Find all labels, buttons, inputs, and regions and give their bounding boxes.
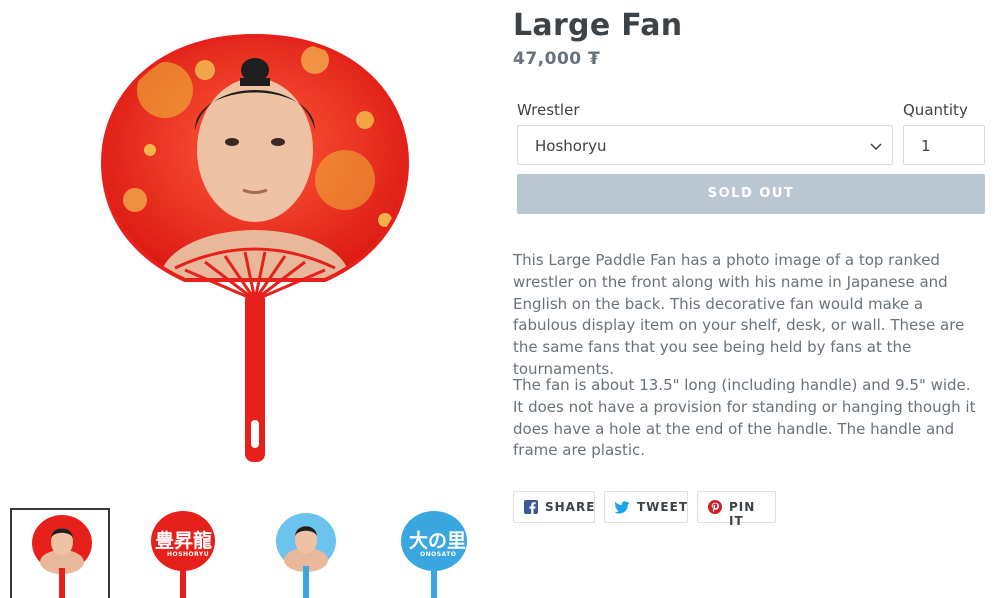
thumbnail-kanji-text: 大の里 bbox=[409, 530, 467, 552]
main-product-image[interactable] bbox=[95, 30, 415, 470]
product-price: 47,000 ₮ bbox=[513, 49, 601, 69]
sold-out-button[interactable]: SOLD OUT bbox=[517, 174, 985, 214]
pinterest-icon bbox=[708, 500, 722, 514]
thumbnail-strip: 豊昇龍 HOSHORYU 大の里 ONOSATO bbox=[10, 508, 480, 598]
quantity-label: Quantity bbox=[903, 101, 968, 119]
product-title: Large Fan bbox=[513, 8, 683, 43]
share-twitter-label: TWEET bbox=[637, 500, 689, 514]
share-twitter-button[interactable]: TWEET bbox=[604, 491, 688, 523]
thumbnail-sub-text: HOSHORYU bbox=[167, 551, 210, 558]
description-paragraph: The fan is about 13.5" long (including h… bbox=[513, 376, 976, 460]
thumbnail-red-photo[interactable] bbox=[10, 508, 110, 598]
wrestler-select-value: Hoshoryu bbox=[535, 137, 607, 155]
twitter-icon bbox=[615, 501, 630, 514]
share-facebook-button[interactable]: SHARE bbox=[513, 491, 595, 523]
chevron-down-icon bbox=[870, 143, 882, 151]
share-facebook-label: SHARE bbox=[545, 500, 596, 514]
thumbnail-red-text[interactable]: 豊昇龍 HOSHORYU bbox=[133, 508, 233, 598]
wrestler-label: Wrestler bbox=[517, 101, 580, 119]
thumbnail-kanji-text: 豊昇龍 bbox=[155, 530, 213, 552]
thumbnail-sub-text: ONOSATO bbox=[420, 551, 457, 558]
thumbnail-blue-photo[interactable] bbox=[256, 508, 356, 598]
wrestler-select[interactable]: Hoshoryu bbox=[517, 125, 893, 165]
share-pinterest-label: PIN IT bbox=[729, 500, 756, 528]
description-paragraph: This Large Paddle Fan has a photo image … bbox=[513, 251, 965, 378]
quantity-value: 1 bbox=[921, 137, 931, 155]
facebook-icon bbox=[524, 500, 538, 514]
quantity-input[interactable]: 1 bbox=[903, 125, 985, 165]
thumbnail-blue-text[interactable]: 大の里 ONOSATO bbox=[379, 508, 479, 598]
share-pinterest-button[interactable]: PIN IT bbox=[697, 491, 776, 528]
